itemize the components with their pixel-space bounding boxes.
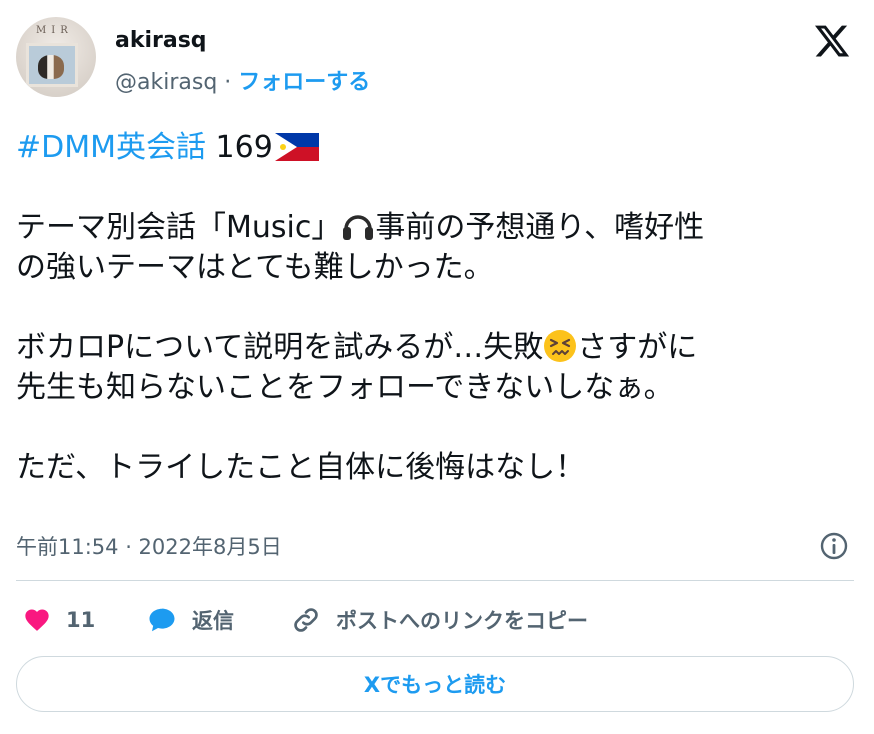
tweet-blank-2 <box>16 288 856 328</box>
copy-link-button[interactable]: ポストへのリンクをコピー <box>290 604 588 636</box>
info-icon[interactable] <box>818 530 850 562</box>
reply-bubble-icon <box>149 608 175 632</box>
author-username[interactable]: akirasq <box>115 28 207 53</box>
x-logo-icon[interactable] <box>812 22 852 60</box>
tweet-blank-1 <box>16 168 856 208</box>
tweet-line-4a: ボカロPについて説明を試みるが…失敗 <box>16 330 544 365</box>
avatar[interactable]: MIR <box>16 17 96 97</box>
tweet-line-2a: テーマ別会話「Music」 <box>16 210 342 245</box>
heart-icon <box>25 609 49 631</box>
like-count: 11 <box>66 608 96 632</box>
author-handle[interactable]: @akirasq <box>115 70 217 95</box>
headphone-icon <box>343 215 374 240</box>
reply-label: 返信 <box>192 609 234 633</box>
avatar-cat <box>38 55 64 79</box>
copy-link-label: ポストへのリンクをコピー <box>336 609 588 633</box>
persevering-face-icon <box>544 330 577 362</box>
follow-button[interactable]: フォローする <box>238 70 370 95</box>
read-more-button[interactable]: Xでもっと読む <box>16 656 854 712</box>
tweet-line-4: ボカロPについて説明を試みるが…失敗 さすがに <box>16 328 856 368</box>
tweet-line-1: #DMM英会話 169 <box>16 128 856 168</box>
avatar-decoration: MIR <box>36 25 73 36</box>
philippines-flag-icon <box>274 133 319 161</box>
tweet-line-3: の強いテーマはとても難しかった。 <box>16 250 494 285</box>
tweet-blank-3 <box>16 408 856 448</box>
like-button[interactable]: 11 <box>22 604 95 636</box>
link-icon <box>294 608 318 632</box>
tweet-number: 169 <box>206 130 273 165</box>
tweet-line-5: 先生も知らないことをフォローできないしなぁ。 <box>16 370 674 405</box>
author-handle-row: @akirasq · フォローする <box>115 64 370 96</box>
tweet-line-4b: さすがに <box>577 330 698 365</box>
divider <box>16 580 854 581</box>
handle-separator: · <box>217 70 239 95</box>
tweet-line-6: ただ、トライしたこと自体に後悔はなし！ <box>16 450 586 485</box>
tweet-line-2: テーマ別会話「Music」 事前の予想通り、嗜好性 <box>16 208 856 248</box>
tweet-text: #DMM英会話 169 テーマ別会話「Music」 事前の予想通り、嗜好性 の強い… <box>16 128 856 488</box>
tweet-line-2b: 事前の予想通り、嗜好性 <box>375 210 705 245</box>
tweet-timestamp[interactable]: 午前11:54 · 2022年8月5日 <box>16 531 282 561</box>
hashtag-link[interactable]: #DMM英会話 <box>16 130 206 165</box>
reply-button[interactable]: 返信 <box>146 604 234 636</box>
